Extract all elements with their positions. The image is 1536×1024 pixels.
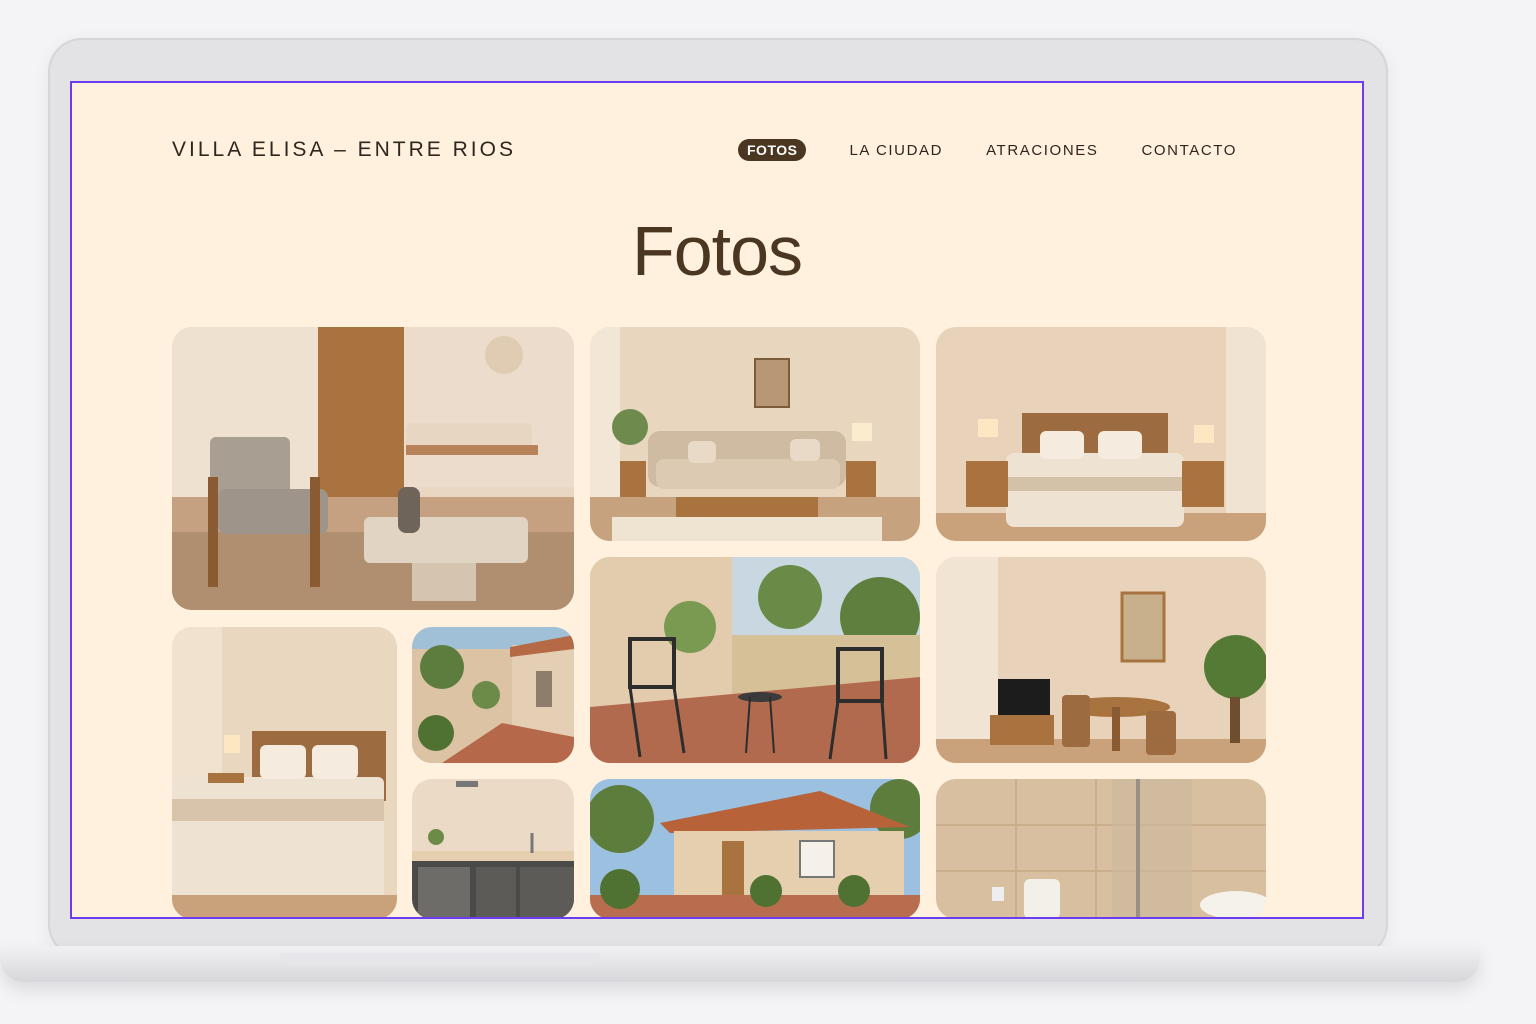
photo-bathroom[interactable] [936, 779, 1266, 917]
photo-kitchenette[interactable] [412, 779, 574, 917]
laptop-notch [280, 953, 600, 965]
courtyard-path-image [412, 627, 574, 763]
nav-item-la-ciudad[interactable]: LA CIUDAD [849, 142, 943, 159]
kitchenette-image [412, 779, 574, 917]
main-nav: FOTOS LA CIUDAD ATRACIONES CONTACTO [738, 139, 1280, 161]
photo-patio-chairs[interactable] [590, 557, 920, 763]
nav-item-contacto[interactable]: CONTACTO [1141, 142, 1237, 159]
photo-bedroom-double-bed[interactable] [936, 327, 1266, 541]
nav-item-fotos[interactable]: FOTOS [738, 139, 807, 161]
photo-living-room-armchair[interactable] [172, 327, 574, 610]
patio-chairs-image [590, 557, 920, 763]
photo-bedroom-lamp[interactable] [172, 627, 397, 917]
living-room-armchair-image [172, 327, 574, 610]
site-brand[interactable]: VILLA ELISA – ENTRE RIOS [172, 138, 516, 162]
bedroom-double-bed-image [936, 327, 1266, 541]
photo-dining-room[interactable] [936, 557, 1266, 763]
laptop-base [0, 946, 1480, 982]
nav-item-atraciones[interactable]: ATRACIONES [986, 142, 1098, 159]
browser-screen: VILLA ELISA – ENTRE RIOS FOTOS LA CIUDAD… [70, 81, 1364, 919]
living-room-sofa-image [590, 327, 920, 541]
photo-house-exterior[interactable] [590, 779, 920, 917]
dining-room-image [936, 557, 1266, 763]
bedroom-lamp-image [172, 627, 397, 917]
house-exterior-image [590, 779, 920, 917]
bathroom-image [936, 779, 1266, 917]
photo-courtyard-path[interactable] [412, 627, 574, 763]
photo-living-room-sofa[interactable] [590, 327, 920, 541]
page-title: Fotos [631, 212, 803, 290]
